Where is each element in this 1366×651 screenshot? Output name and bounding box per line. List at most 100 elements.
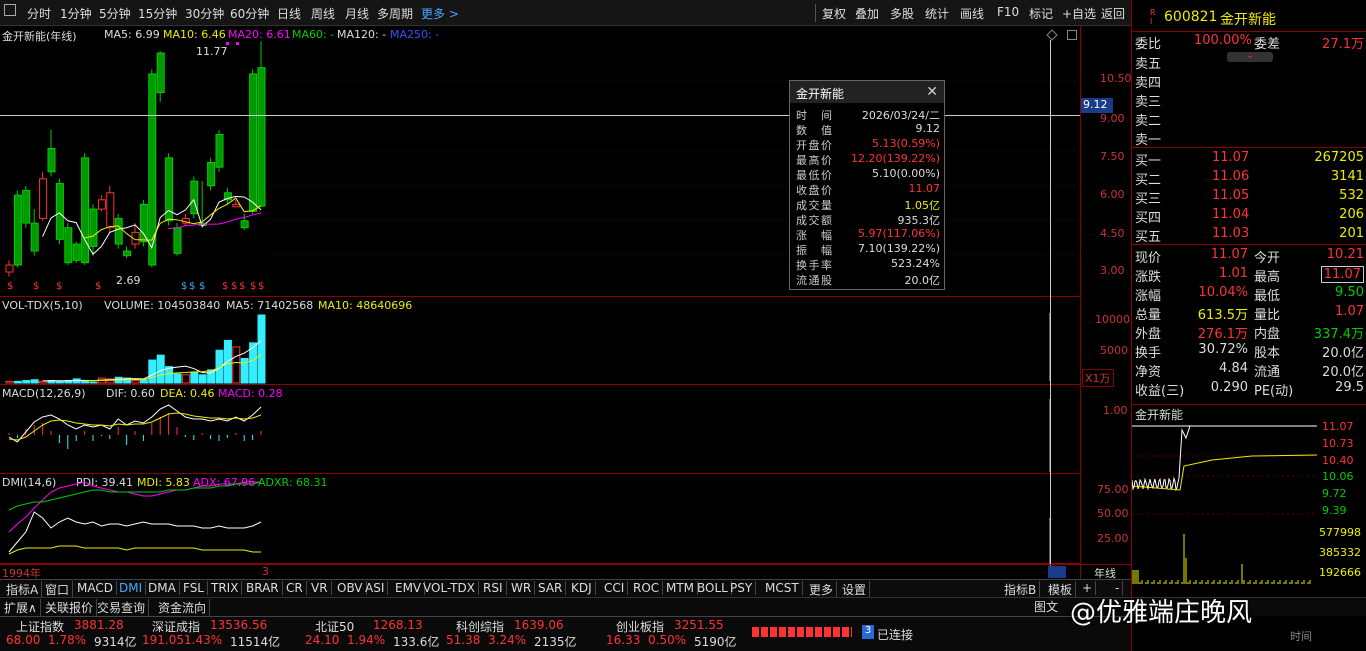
indicator-tab[interactable]: MTM [663,581,699,595]
indicator-tab-right[interactable]: 指标B [1001,581,1041,598]
intraday-mini-chart[interactable] [1132,420,1317,590]
unit-label: X1万 [1082,369,1114,387]
candle-body[interactable] [249,73,258,212]
popup-key: 开盘价 [796,139,832,152]
extension-tab[interactable]: 交易查询 [94,599,150,616]
crosshair-vertical [1050,40,1051,568]
period-week[interactable]: 周线 [311,5,335,22]
candle-body[interactable] [47,148,56,173]
candle-body[interactable] [22,189,31,224]
indicator-tab[interactable]: DMI [116,581,147,595]
candle-body[interactable] [257,67,266,207]
candle-body[interactable] [215,134,224,168]
window-icon[interactable] [4,4,16,16]
indicator-tab[interactable]: VOL-TDX [420,581,479,595]
candle-body[interactable] [97,199,106,210]
tuwen-tab[interactable]: 图文 [1034,598,1058,615]
period-60min[interactable]: 60分钟 [230,5,269,22]
candle-body[interactable] [5,264,14,273]
candle-body[interactable] [72,243,81,261]
indicator-tab[interactable]: ROC [630,581,664,595]
indicator-tab[interactable]: TRIX [208,581,243,595]
indicator-tab[interactable]: KDJ [568,581,596,595]
period-multi[interactable]: 多周期 [377,5,413,22]
indicator-tab[interactable]: MACD [74,581,117,595]
candle-body[interactable] [13,194,22,266]
indicator-tab[interactable]: CCI [601,581,629,595]
mini-volume-axis-label: 385332 [1319,546,1361,559]
indicator-tab[interactable]: RSI [480,581,507,595]
extension-tab[interactable]: 资金流向 [155,599,211,616]
fuquan-button[interactable]: 复权 [822,5,846,22]
f10-button[interactable]: F10 [997,5,1019,19]
candle-body[interactable] [232,203,241,208]
period-30min[interactable]: 30分钟 [185,5,224,22]
candle-body[interactable] [89,208,98,247]
indicator-tab[interactable]: VR [308,581,332,595]
period-day[interactable]: 日线 [277,5,301,22]
candle-body[interactable] [55,182,64,240]
mark-button[interactable]: 标记 [1029,5,1053,22]
candle-body[interactable] [139,203,148,243]
back-button[interactable]: 返回 [1101,5,1125,22]
indicator-tab[interactable]: BRAR [243,581,283,595]
signal-marker: $ [33,281,39,292]
candle-body[interactable] [165,157,174,222]
axis-label: 10000 [1095,313,1130,326]
candle-body[interactable] [64,227,73,264]
signal-marker: $ [56,281,62,292]
period-more[interactable]: 更多 > [421,5,459,22]
indicator-tab[interactable]: 窗口 [42,581,74,598]
volume-bar [198,374,207,384]
buy-level[interactable]: 买三 11.05 532 [1132,187,1366,207]
period-5min[interactable]: 5分钟 [99,5,131,22]
axis-label: 75.00 [1097,483,1129,496]
popup-value: 11.07 [908,182,941,195]
multi-stock-button[interactable]: 多股 [890,5,914,22]
close-icon[interactable]: ✕ [926,84,938,100]
period-15min[interactable]: 15分钟 [138,5,177,22]
sell-level[interactable]: 卖一 [1132,128,1366,148]
period-1min[interactable]: 1分钟 [60,5,92,22]
sell-level[interactable]: 卖二 [1132,109,1366,129]
sell-level[interactable]: 卖四 [1132,71,1366,91]
extension-tab[interactable]: 关联报价 [42,599,98,616]
candle-body[interactable] [106,192,115,229]
candle-body[interactable] [81,157,90,264]
stats-button[interactable]: 统计 [925,5,949,22]
add-watchlist-button[interactable]: +自选 [1062,5,1096,22]
candle-body[interactable] [30,222,39,252]
buy-level[interactable]: 买五 11.03 201 [1132,225,1366,245]
period-fenshi[interactable]: 分时 [27,5,51,22]
volume-bar [181,374,190,384]
indicator-tab[interactable]: DMA [145,581,180,595]
candle-body[interactable] [173,227,182,254]
draw-button[interactable]: 画线 [960,5,984,22]
extension-tab[interactable]: 扩展∧ [1,599,41,616]
candle-body[interactable] [123,250,132,257]
indicator-tab[interactable]: FSL [180,581,208,595]
sell-level[interactable]: 卖五 [1132,52,1366,72]
buy-level[interactable]: 买一 11.07 267205 [1132,149,1366,169]
indicator-tab[interactable]: SAR [535,581,567,595]
clock-text: 时间 [1290,630,1312,643]
indicator-tab[interactable]: MCST [762,581,803,595]
candle-body[interactable] [114,217,123,245]
indicator-tab[interactable]: ASI [362,581,389,595]
indicator-tab[interactable]: 更多 [806,581,838,598]
sell-level[interactable]: 卖三 [1132,90,1366,110]
overlay-button[interactable]: 叠加 [855,5,879,22]
indicator-tab[interactable]: 设置 [839,581,871,598]
indicator-tab[interactable]: CR [283,581,307,595]
indicator-tab[interactable]: 指标A [3,581,43,598]
buy-level[interactable]: 买二 11.06 3141 [1132,168,1366,188]
candle-body[interactable] [240,220,249,229]
buy-level[interactable]: 买四 11.04 206 [1132,206,1366,226]
candle-body[interactable] [39,178,48,219]
period-month[interactable]: 月线 [345,5,369,22]
indicator-tab[interactable]: WR [508,581,536,595]
candle-body[interactable] [207,161,216,187]
candle-body[interactable] [156,52,165,94]
indicator-tab[interactable]: PSY [727,581,757,595]
maximize-icon[interactable] [1067,30,1077,40]
